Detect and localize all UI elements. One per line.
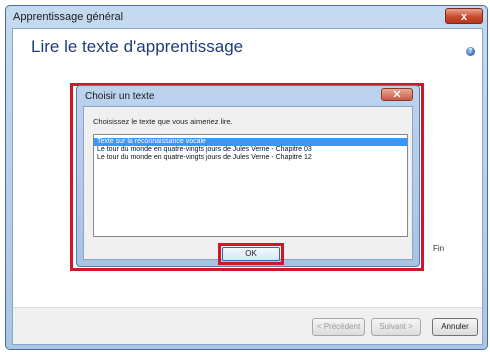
- background-text-fragment: Fin: [433, 244, 445, 253]
- dialog-close-button[interactable]: [381, 88, 413, 101]
- window-close-button[interactable]: x: [445, 8, 483, 24]
- window-title: Apprentissage général: [13, 11, 124, 23]
- ok-button[interactable]: OK: [222, 247, 280, 261]
- help-icon[interactable]: ?: [466, 47, 475, 56]
- dialog-title: Choisir un texte: [85, 91, 155, 102]
- list-item[interactable]: Texte sur la reconnaissance vocale: [94, 138, 407, 146]
- cancel-button[interactable]: Annuler: [432, 318, 478, 336]
- page-title: Lire le texte d'apprentissage: [31, 37, 244, 56]
- close-icon: [393, 90, 401, 98]
- dialog-body: Choisissez le texte que vous aimeriez li…: [83, 106, 413, 260]
- wizard-footer: < Précédent Suivant > Annuler: [13, 307, 482, 344]
- title-bar: Apprentissage général x: [6, 6, 487, 28]
- choose-text-dialog: Choisir un texte Choisissez le texte que…: [76, 85, 420, 267]
- next-button[interactable]: Suivant >: [371, 318, 421, 336]
- dialog-prompt: Choisissez le texte que vous aimeriez li…: [93, 117, 233, 126]
- list-item[interactable]: Le tour du monde en quatre-vingts jours …: [94, 146, 407, 154]
- list-item[interactable]: Le tour du monde en quatre-vingts jours …: [94, 154, 407, 162]
- previous-button[interactable]: < Précédent: [312, 318, 365, 336]
- text-listbox[interactable]: Texte sur la reconnaissance vocale Le to…: [93, 134, 408, 237]
